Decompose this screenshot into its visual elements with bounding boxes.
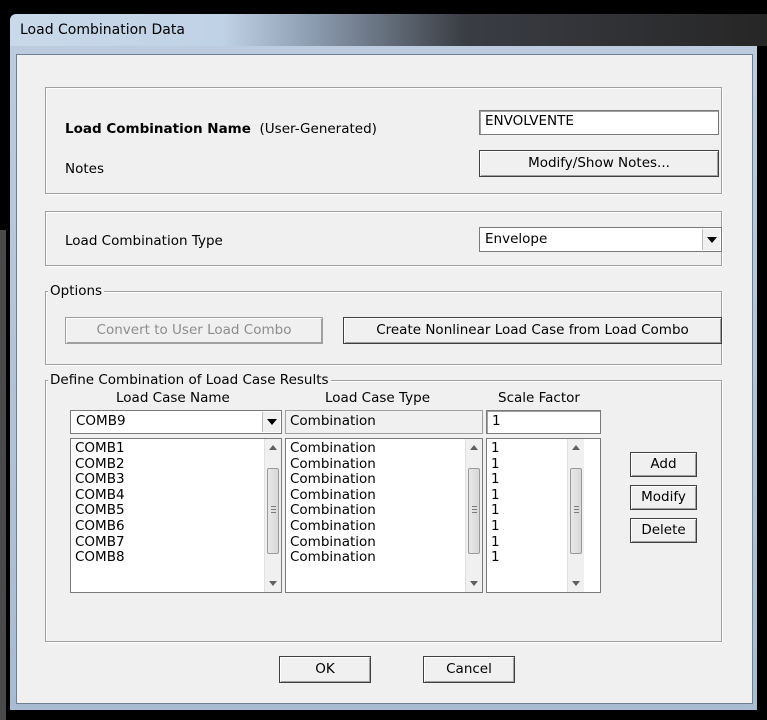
chevron-down-icon[interactable] bbox=[702, 229, 720, 250]
scroll-up-icon[interactable] bbox=[568, 439, 584, 456]
list-item[interactable]: COMB8 bbox=[75, 550, 125, 566]
convert-button-label: Convert to User Load Combo bbox=[96, 322, 292, 338]
scroll-down-icon[interactable] bbox=[466, 575, 482, 592]
create-nonlinear-load-case-button[interactable]: Create Nonlinear Load Case from Load Com… bbox=[343, 317, 722, 344]
scrollbar[interactable] bbox=[264, 439, 281, 592]
load-case-name-select[interactable]: COMB9 bbox=[70, 410, 282, 434]
convert-to-user-load-combo-button: Convert to User Load Combo bbox=[65, 317, 323, 344]
notes-label: Notes bbox=[65, 161, 104, 177]
list-item[interactable]: 1 bbox=[491, 503, 500, 519]
list-item[interactable]: COMB1 bbox=[75, 440, 125, 457]
list-item[interactable]: 1 bbox=[491, 472, 500, 488]
column-header-load-case-name: Load Case Name bbox=[116, 390, 230, 406]
list-item[interactable]: COMB7 bbox=[75, 534, 125, 551]
options-group: Convert to User Load Combo Create Nonlin… bbox=[45, 291, 722, 365]
dialog-body: Load Combination Name (User-Generated) E… bbox=[16, 54, 753, 704]
scroll-thumb[interactable] bbox=[468, 468, 480, 554]
options-legend: Options bbox=[48, 283, 105, 299]
list-item[interactable]: Combination bbox=[290, 456, 376, 473]
combination-type-select[interactable]: Envelope bbox=[479, 227, 722, 252]
load-case-name-items: COMB1 COMB2 COMB3 COMB4 COMB5 COMB6 COMB7 COMB8 bbox=[75, 440, 125, 566]
list-item[interactable]: 1 bbox=[491, 518, 500, 535]
scroll-down-icon[interactable] bbox=[568, 575, 584, 592]
chevron-down-icon[interactable] bbox=[262, 412, 280, 432]
scroll-up-icon[interactable] bbox=[466, 439, 482, 456]
add-button-label: Add bbox=[650, 456, 677, 472]
scroll-down-icon[interactable] bbox=[265, 575, 281, 592]
column-header-scale-factor: Scale Factor bbox=[498, 390, 580, 406]
load-case-name-value: COMB9 bbox=[76, 413, 126, 429]
window-title: Load Combination Data bbox=[20, 22, 185, 38]
ok-button[interactable]: OK bbox=[279, 656, 371, 683]
combination-name-label: Load Combination Name (User-Generated) bbox=[65, 121, 377, 137]
add-button[interactable]: Add bbox=[630, 452, 697, 477]
list-item[interactable]: 1 bbox=[491, 487, 500, 504]
combination-name-input[interactable]: ENVOLVENTE bbox=[479, 110, 719, 135]
scrollbar[interactable] bbox=[567, 439, 584, 592]
load-case-name-list[interactable]: COMB1 COMB2 COMB3 COMB4 COMB5 COMB6 COMB7 COMB8 bbox=[70, 438, 282, 593]
cancel-button-label: Cancel bbox=[446, 661, 492, 677]
define-combination-legend: Define Combination of Load Case Results bbox=[48, 372, 331, 388]
create-nonlinear-button-label: Create Nonlinear Load Case from Load Com… bbox=[376, 322, 689, 338]
scroll-up-icon[interactable] bbox=[265, 439, 281, 456]
scrollbar[interactable] bbox=[465, 439, 482, 592]
combination-type-label: Load Combination Type bbox=[65, 233, 223, 249]
scroll-thumb[interactable] bbox=[267, 468, 279, 554]
load-case-type-list[interactable]: Combination Combination Combination Combina… bbox=[285, 438, 483, 593]
list-item[interactable]: Combination bbox=[290, 487, 376, 504]
modify-show-notes-button-label: Modify/Show Notes... bbox=[528, 155, 670, 171]
column-header-load-case-type: Load Case Type bbox=[325, 390, 431, 406]
define-combination-group: Load Case Name Load Case Type Scale Fact… bbox=[45, 380, 722, 642]
list-item[interactable]: 1 bbox=[491, 534, 500, 551]
modify-button-label: Modify bbox=[641, 489, 686, 505]
list-item[interactable]: COMB6 bbox=[75, 518, 125, 535]
background-edge bbox=[0, 230, 6, 720]
combination-type-value: Envelope bbox=[485, 231, 548, 247]
modify-show-notes-button[interactable]: Modify/Show Notes... bbox=[479, 150, 719, 177]
list-item[interactable]: COMB2 bbox=[75, 456, 125, 473]
list-item[interactable]: Combination bbox=[290, 440, 376, 457]
load-case-type-items: Combination Combination Combination Combina… bbox=[290, 440, 376, 566]
list-item[interactable]: 1 bbox=[491, 550, 500, 566]
scale-factor-items: 11111111 bbox=[491, 440, 500, 566]
list-item[interactable]: Combination bbox=[290, 534, 376, 551]
application-window: Load Combination Data Load Combination N… bbox=[0, 0, 767, 720]
load-case-type-field: Combination bbox=[285, 410, 483, 434]
list-item[interactable]: Combination bbox=[290, 503, 376, 519]
title-bar[interactable]: Load Combination Data bbox=[10, 14, 767, 46]
list-item[interactable]: Combination bbox=[290, 518, 376, 535]
name-panel: Load Combination Name (User-Generated) E… bbox=[45, 87, 722, 194]
list-item[interactable]: 1 bbox=[491, 440, 500, 457]
list-item[interactable]: COMB5 bbox=[75, 503, 125, 519]
list-item[interactable]: Combination bbox=[290, 550, 376, 566]
list-item[interactable]: 1 bbox=[491, 456, 500, 473]
ok-button-label: OK bbox=[315, 661, 335, 677]
combination-name-label-suffix: (User-Generated) bbox=[259, 121, 377, 137]
list-item[interactable]: Combination bbox=[290, 472, 376, 488]
delete-button[interactable]: Delete bbox=[630, 518, 697, 543]
cancel-button[interactable]: Cancel bbox=[423, 656, 515, 683]
combination-name-label-bold: Load Combination Name bbox=[65, 121, 251, 137]
scale-factor-input[interactable]: 1 bbox=[486, 410, 601, 434]
modify-button[interactable]: Modify bbox=[630, 485, 697, 510]
scroll-thumb[interactable] bbox=[570, 468, 582, 554]
type-panel: Load Combination Type Envelope bbox=[45, 211, 722, 266]
scale-factor-list[interactable]: 11111111 bbox=[486, 438, 601, 593]
list-item[interactable]: COMB3 bbox=[75, 472, 125, 488]
delete-button-label: Delete bbox=[641, 522, 686, 538]
list-item[interactable]: COMB4 bbox=[75, 487, 125, 504]
